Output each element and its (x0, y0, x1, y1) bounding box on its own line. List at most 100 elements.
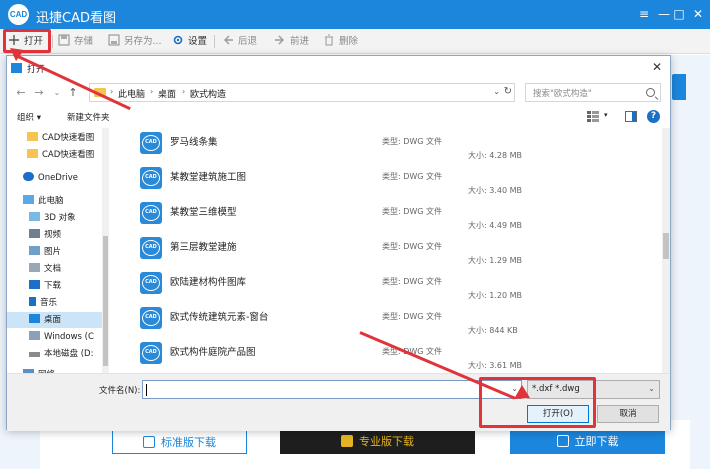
breadcrumb-current[interactable]: 欧式构造 (190, 87, 226, 100)
file-list-scrollbar-thumb[interactable] (663, 233, 669, 259)
address-bar[interactable]: › 此电脑 › 桌面 › 欧式构造 ⌄ ↻ (89, 83, 515, 102)
tree-item-label: 图片 (44, 247, 62, 257)
arrow-head-icon (10, 48, 24, 61)
standard-download-button[interactable]: 标准版下载 (112, 430, 247, 454)
view-options-icon[interactable] (587, 111, 599, 122)
file-item[interactable]: 欧陆建材构件图库 类型: DWG 文件 大小: 1.20 MB (112, 270, 657, 305)
file-item[interactable]: 第三层教堂建施 类型: DWG 文件 大小: 1.29 MB (112, 235, 657, 270)
breadcrumb-this-pc[interactable]: 此电脑 (118, 87, 145, 100)
tree-item-cad-folder-1[interactable]: CAD快速看图 (7, 130, 102, 146)
command-bar: 组织 ▾ 新建文件夹 ▾ ? (7, 106, 670, 128)
tree-item-label: CAD快速看图 (42, 150, 95, 160)
tree-scrollbar-thumb[interactable] (103, 236, 108, 366)
tree-item-windows-drive[interactable]: Windows (C (7, 329, 102, 345)
file-type: 类型: DWG 文件 (382, 207, 443, 216)
maximize-button[interactable]: □ (670, 6, 688, 22)
file-size: 大小: 1.20 MB (468, 291, 522, 300)
organize-menu[interactable]: 组织 ▾ (17, 111, 41, 123)
cloud-icon (23, 172, 34, 181)
gear-icon (173, 35, 183, 45)
file-size: 大小: 844 KB (468, 326, 518, 335)
download-icon (143, 436, 155, 448)
chevron-down-icon[interactable]: ▾ (604, 111, 608, 119)
save-label: 存储 (74, 36, 94, 47)
forward-button[interactable]: 前进 (274, 33, 309, 50)
breadcrumb-desktop[interactable]: 桌面 (158, 87, 176, 100)
chevron-down-icon[interactable]: ⌄ (51, 86, 63, 100)
tree-item-label: 3D 对象 (44, 213, 76, 223)
file-item[interactable]: 罗马线条集 类型: DWG 文件 大小: 4.28 MB (112, 130, 657, 165)
file-item[interactable]: 某教堂三维模型 类型: DWG 文件 大小: 4.49 MB (112, 200, 657, 235)
search-box[interactable]: 搜索"欧式构造" (525, 83, 661, 102)
highlight-open-button (479, 377, 596, 428)
file-item[interactable]: 欧式传统建筑元素-窗台 类型: DWG 文件 大小: 844 KB (112, 305, 657, 340)
back-button[interactable]: 后退 (222, 33, 257, 50)
forward-arrow-icon[interactable]: → (33, 86, 45, 100)
breadcrumb-separator: › (182, 87, 186, 96)
chevron-down-icon[interactable]: ⌄ (493, 87, 500, 96)
background-side-tab (672, 74, 686, 100)
back-arrow-icon[interactable]: ← (15, 86, 27, 100)
menu-icon[interactable]: ≡ (635, 6, 653, 22)
download-icon (556, 435, 569, 447)
file-name: 第三层教堂建施 (170, 242, 237, 253)
tree-item-this-pc[interactable]: 此电脑 (7, 193, 102, 209)
tree-item-downloads[interactable]: 下载 (7, 278, 102, 294)
computer-icon (23, 195, 34, 204)
tree-item-local-disk[interactable]: 本地磁盘 (D: (7, 346, 102, 362)
file-type: 类型: DWG 文件 (382, 312, 443, 321)
download-now-label: 立即下载 (574, 435, 619, 448)
cancel-button[interactable]: 取消 (597, 405, 659, 423)
save-as-button[interactable]: 另存为... (108, 33, 162, 50)
pro-download-button[interactable]: 专业版下载 (280, 430, 475, 454)
tree-item-videos[interactable]: 视频 (7, 227, 102, 243)
picture-icon (29, 246, 40, 255)
text-caret (146, 384, 147, 396)
app-titlebar: CAD 迅捷CAD看图 ≡ — □ ✕ (0, 0, 710, 29)
navigation-bar: ← → ⌄ ↑ › 此电脑 › 桌面 › 欧式构造 ⌄ ↻ 搜索"欧式构造" (7, 80, 670, 106)
cad-file-icon (140, 272, 162, 294)
tree-item-onedrive[interactable]: OneDrive (7, 170, 102, 186)
breadcrumb-separator: › (150, 87, 154, 96)
dialog-close-button[interactable]: ✕ (650, 60, 664, 74)
search-input[interactable]: 搜索"欧式构造" (533, 87, 592, 99)
save-button[interactable]: 存储 (58, 33, 93, 50)
tree-item-cad-folder-2[interactable]: CAD快速看图 (7, 147, 102, 163)
download-now-button[interactable]: 立即下载 (510, 430, 665, 454)
trash-icon (325, 34, 333, 46)
new-folder-button[interactable]: 新建文件夹 (67, 111, 110, 123)
folder-icon (27, 132, 38, 141)
search-icon (646, 88, 655, 97)
standard-download-label: 标准版下载 (161, 436, 216, 449)
file-item[interactable]: 某教堂建筑施工图 类型: DWG 文件 大小: 3.40 MB (112, 165, 657, 200)
tree-item-3d-objects[interactable]: 3D 对象 (7, 210, 102, 226)
forward-label: 前进 (290, 36, 310, 47)
breadcrumb-separator: › (110, 87, 114, 96)
tree-item-label: 下载 (44, 281, 62, 291)
file-list-scrollbar[interactable] (662, 128, 670, 373)
app-toolbar: 打开 存储 另存为... 设置 后退 前进 删除 (0, 29, 710, 54)
tree-item-desktop[interactable]: 桌面 (7, 312, 102, 328)
cad-file-icon (140, 202, 162, 224)
file-size: 大小: 1.29 MB (468, 256, 522, 265)
preview-pane-icon[interactable] (625, 111, 637, 122)
delete-button[interactable]: 删除 (323, 33, 358, 50)
tree-item-documents[interactable]: 文档 (7, 261, 102, 277)
settings-button[interactable]: 设置 (172, 33, 207, 50)
tree-item-label: 本地磁盘 (D: (44, 349, 94, 359)
file-type: 类型: DWG 文件 (382, 277, 443, 286)
tree-item-music[interactable]: 音乐 (7, 295, 102, 311)
dialog-app-icon (11, 63, 22, 73)
arrow-left-icon (224, 35, 233, 45)
tree-item-pictures[interactable]: 图片 (7, 244, 102, 260)
up-arrow-icon[interactable]: ↑ (67, 86, 79, 100)
refresh-icon[interactable]: ↻ (504, 86, 512, 97)
download-icon (29, 280, 40, 289)
tree-item-label: 文档 (44, 264, 62, 274)
filename-input[interactable]: ⌄ (142, 380, 522, 399)
close-button[interactable]: ✕ (689, 6, 707, 22)
help-icon[interactable]: ? (647, 110, 660, 123)
dialog-titlebar: 打开 ✕ (7, 56, 670, 80)
tree-scrollbar[interactable] (102, 128, 109, 373)
open-file-dialog: 打开 ✕ ← → ⌄ ↑ › 此电脑 › 桌面 › 欧式构造 ⌄ ↻ 搜索"欧式… (6, 55, 671, 431)
